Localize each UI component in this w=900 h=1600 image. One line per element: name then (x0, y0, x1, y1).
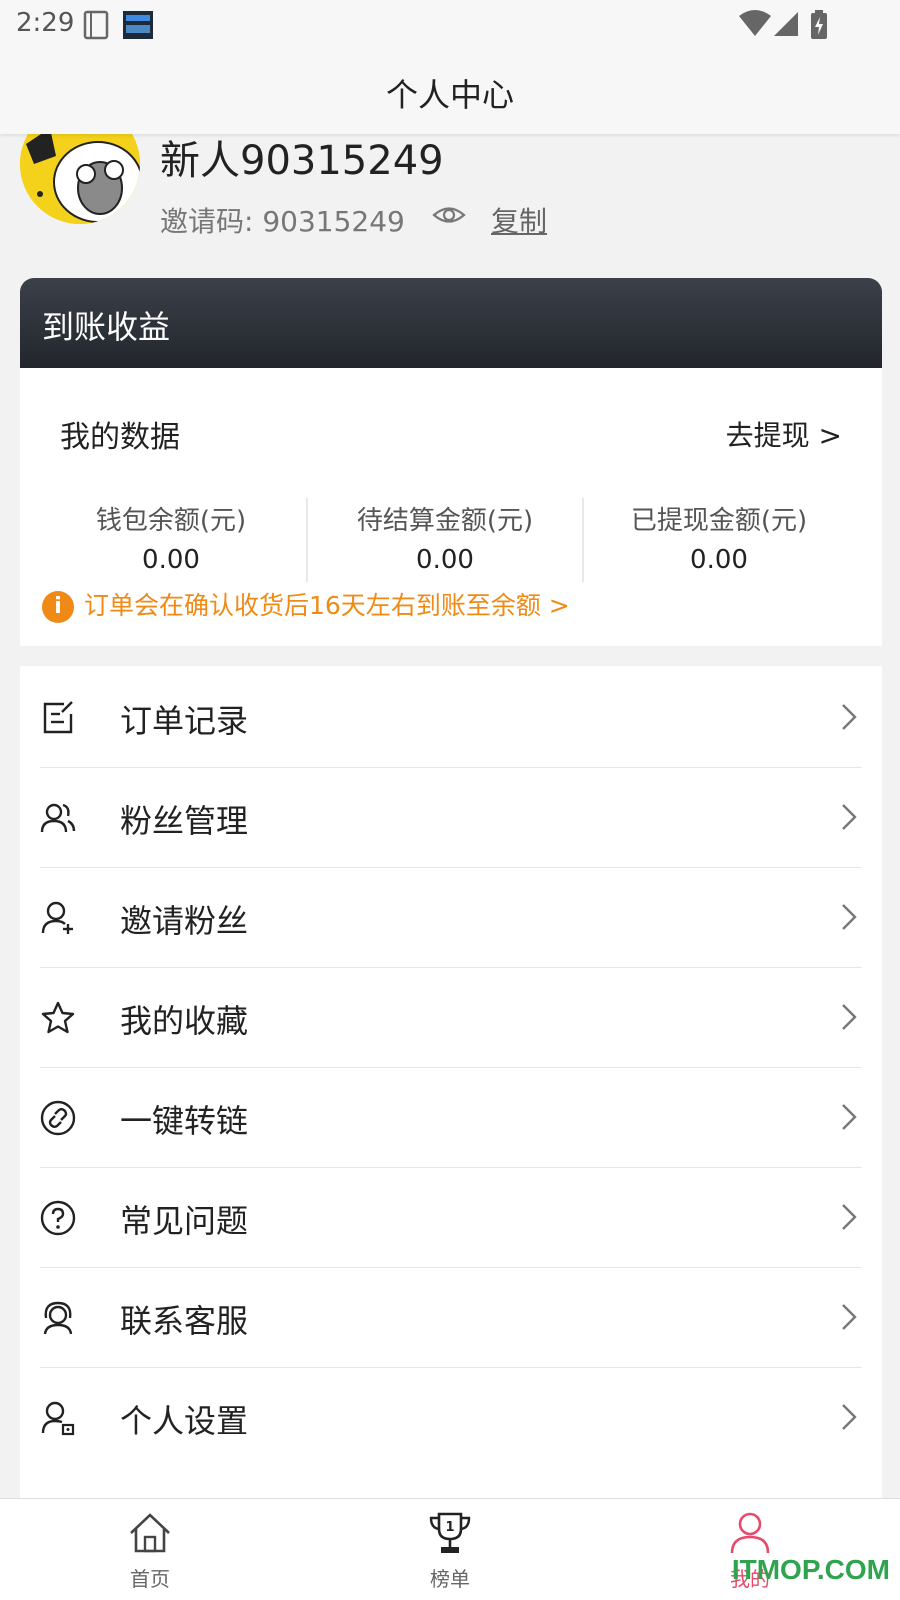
link-icon (40, 1100, 76, 1136)
stat-label: 钱包余额(元) (95, 506, 247, 536)
notice-text: 订单会在确认收货后16天左右到账至余额 > (84, 591, 570, 620)
sim-card-icon (83, 10, 109, 40)
watermark: ITMOP.COM (731, 1554, 890, 1585)
earnings-title: 到账收益 (42, 308, 171, 346)
title-bar: 个人中心 (0, 50, 900, 134)
stat-wallet-balance: 钱包余额(元) 0.00 (34, 500, 308, 575)
earnings-header: 到账收益 (20, 278, 882, 368)
menu-list: 订单记录 粉丝管理 邀请粉丝 我的收藏 一键转链 常见问题 联系客服 个人设置 (20, 666, 882, 1500)
invite-code: 邀请码: 90315249 (160, 205, 405, 238)
info-icon: i (42, 591, 74, 623)
menu-item-order-record[interactable]: 订单记录 (40, 666, 862, 768)
battery-icon (811, 10, 827, 39)
my-data-label: 我的数据 (60, 420, 180, 455)
signal-icon (774, 12, 798, 36)
withdraw-link[interactable]: 去提现 > (726, 414, 842, 454)
page-title: 个人中心 (385, 76, 514, 114)
menu-item-convert-link[interactable]: 一键转链 (40, 1066, 862, 1168)
user-settings-icon (41, 1401, 75, 1436)
stat-label: 待结算金额(元) (356, 506, 534, 536)
menu-item-favorites[interactable]: 我的收藏 (40, 966, 862, 1068)
invite-user-icon (41, 901, 73, 934)
eye-icon[interactable] (432, 202, 466, 228)
chevron-right-icon (842, 1304, 857, 1330)
settlement-notice[interactable]: i 订单会在确认收货后16天左右到账至余额 > (42, 586, 570, 623)
customer-service-icon (43, 1301, 73, 1335)
tab-label: 榜单 (430, 1567, 470, 1591)
stat-pending-settlement: 待结算金额(元) 0.00 (308, 500, 582, 575)
profile-section: 新人90315249 邀请码: 90315249 复制 (0, 104, 900, 254)
menu-item-fans[interactable]: 粉丝管理 (40, 766, 862, 868)
username: 新人90315249 (160, 138, 444, 184)
chevron-right-icon (842, 904, 857, 930)
stat-label: 已提现金额(元) (630, 506, 808, 536)
menu-item-label: 联系客服 (120, 1302, 249, 1340)
question-icon (40, 1200, 76, 1236)
menu-item-customer-service[interactable]: 联系客服 (40, 1266, 862, 1368)
status-bar: 2:29 (0, 0, 900, 50)
menu-item-faq[interactable]: 常见问题 (40, 1166, 862, 1268)
menu-item-label: 订单记录 (120, 702, 249, 740)
order-record-icon (43, 701, 73, 734)
fans-icon (40, 803, 76, 833)
profile-icon (730, 1512, 770, 1554)
menu-item-invite-fans[interactable]: 邀请粉丝 (40, 866, 862, 968)
menu-item-label: 常见问题 (120, 1202, 249, 1240)
tab-label: 首页 (130, 1567, 170, 1591)
stat-withdrawn: 已提现金额(元) 0.00 (582, 500, 856, 575)
menu-item-settings[interactable]: 个人设置 (40, 1366, 862, 1468)
stat-value: 0.00 (142, 545, 200, 575)
svg-text:1: 1 (445, 1520, 454, 1535)
menu-item-label: 一键转链 (120, 1102, 249, 1140)
menu-item-label: 个人设置 (120, 1402, 249, 1440)
status-time: 2:29 (16, 8, 75, 38)
wifi-icon (739, 10, 771, 36)
trophy-icon: 1 (429, 1512, 471, 1553)
chevron-right-icon (842, 1004, 857, 1030)
tab-home[interactable]: 首页 (90, 1511, 210, 1592)
chevron-right-icon (842, 1404, 857, 1430)
earnings-card: 到账收益 我的数据 去提现 > 钱包余额(元) 0.00 待结算金额(元) 0.… (20, 278, 882, 646)
chevron-right-icon (842, 804, 857, 830)
chevron-right-icon (842, 1204, 857, 1230)
app-notification-icon (123, 11, 153, 39)
stat-value: 0.00 (416, 545, 474, 575)
star-icon (41, 1001, 75, 1034)
menu-item-label: 粉丝管理 (120, 802, 249, 840)
menu-item-label: 我的收藏 (120, 1002, 249, 1040)
home-icon (130, 1513, 170, 1553)
chevron-right-icon (842, 704, 857, 730)
tab-ranking[interactable]: 1 榜单 (390, 1511, 510, 1592)
stat-value: 0.00 (690, 545, 748, 575)
menu-item-label: 邀请粉丝 (120, 902, 249, 940)
chevron-right-icon (842, 1104, 857, 1130)
copy-button[interactable]: 复制 (491, 200, 547, 240)
